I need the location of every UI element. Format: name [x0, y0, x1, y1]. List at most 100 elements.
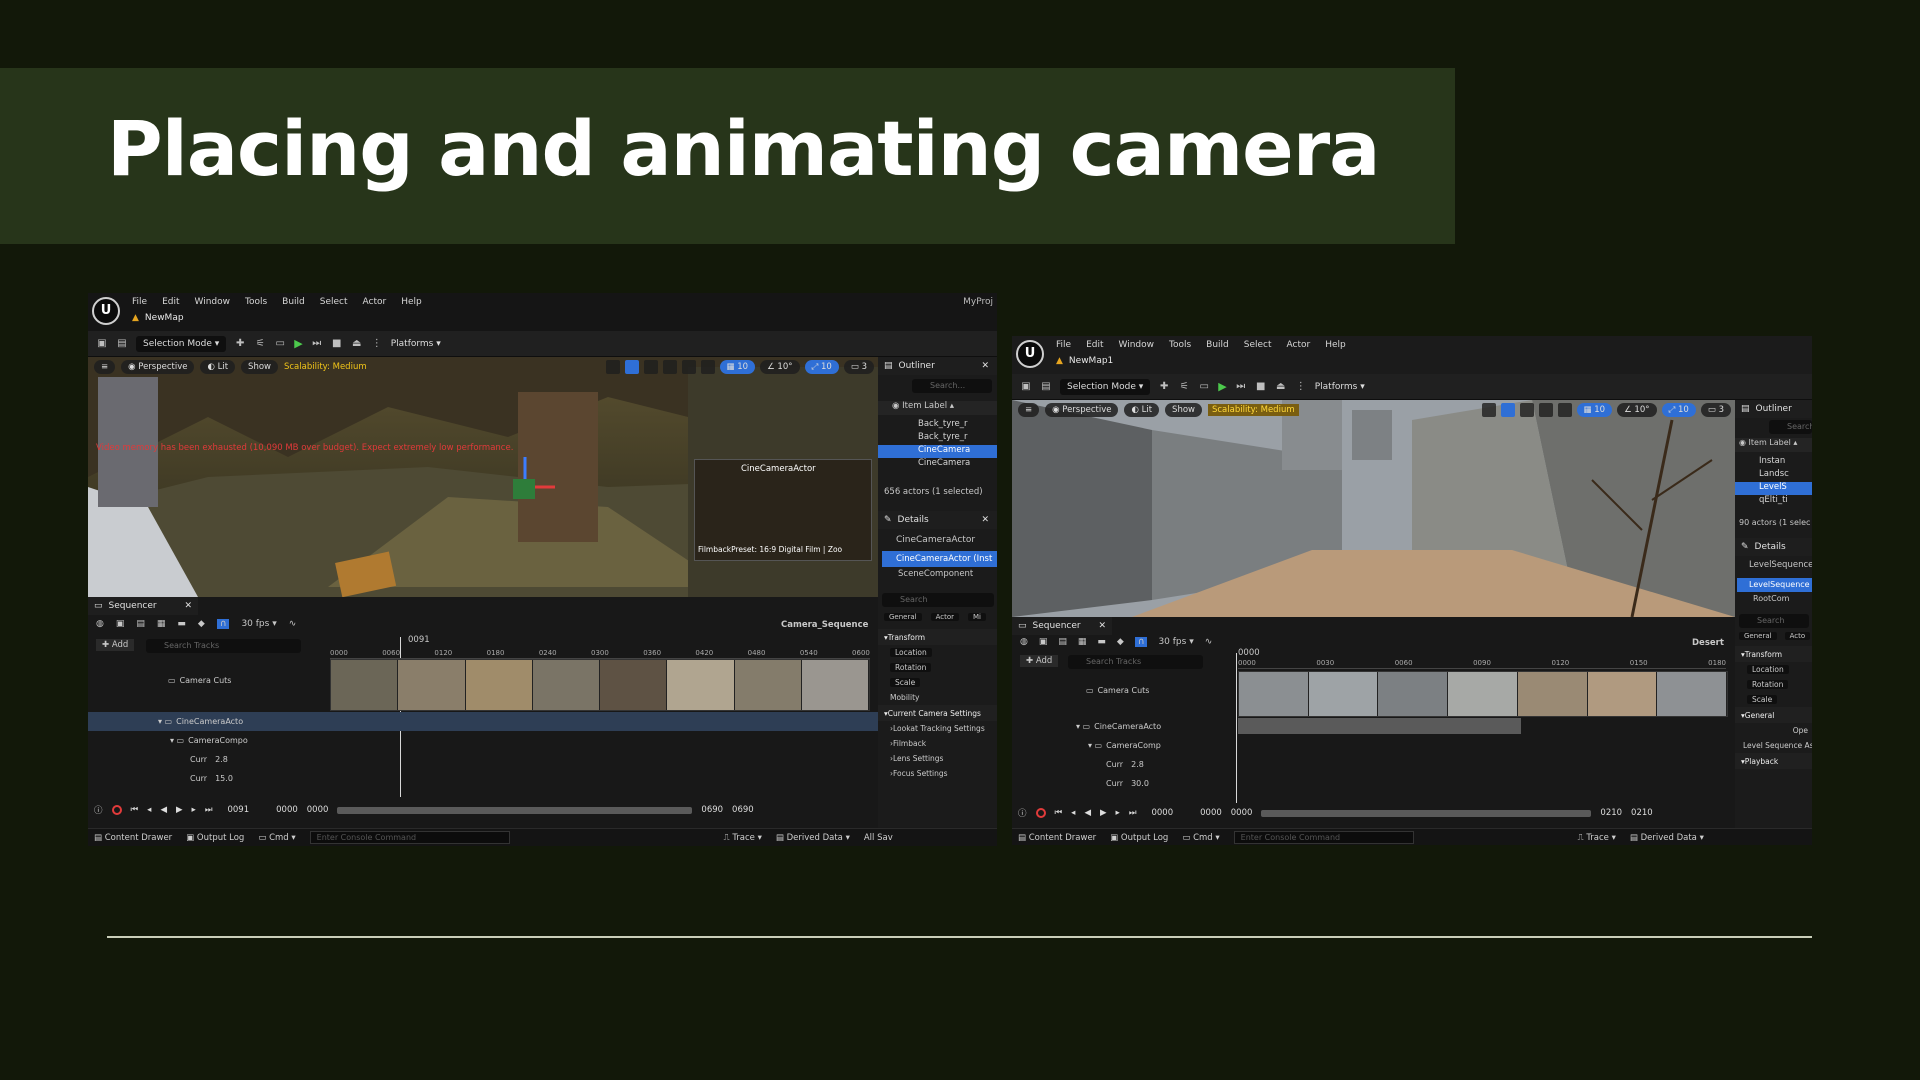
- track-cine-camera-actor[interactable]: ▾ ▭ CineCameraActo: [88, 712, 878, 731]
- add-track-button[interactable]: ✚ Add: [96, 639, 135, 651]
- translate-tool-icon[interactable]: [1500, 403, 1515, 417]
- menu-file[interactable]: File: [1056, 340, 1071, 350]
- console-input[interactable]: Enter Console Command: [1233, 831, 1414, 844]
- record-icon[interactable]: [1035, 808, 1046, 818]
- outliner-row[interactable]: Landsc: [1735, 469, 1812, 482]
- menu-window[interactable]: Window: [195, 297, 231, 307]
- translate-tool-icon[interactable]: [624, 360, 639, 374]
- more-icon[interactable]: ⋮: [371, 338, 383, 350]
- location-dropdown[interactable]: Location: [1735, 662, 1812, 677]
- menu-tools[interactable]: Tools: [245, 297, 267, 307]
- camera-speed-button[interactable]: ▭ 3: [843, 360, 874, 374]
- menu-file[interactable]: File: [132, 297, 147, 307]
- lens-settings-row[interactable]: › Lens Settings: [878, 751, 997, 766]
- details-section-general[interactable]: ▾ General: [1735, 707, 1812, 723]
- add-actor-icon[interactable]: ✚: [1158, 381, 1170, 393]
- cinematics-icon[interactable]: ▭: [274, 338, 286, 350]
- blueprint-icon[interactable]: ⚟: [1178, 381, 1190, 393]
- scale-dropdown[interactable]: Scale: [878, 675, 997, 690]
- trace-dropdown[interactable]: ⎍ Trace ▾: [724, 833, 762, 843]
- blueprint-icon[interactable]: ⚟: [254, 338, 266, 350]
- close-icon[interactable]: ✕: [981, 361, 989, 371]
- outliner-column-header[interactable]: ◉ Item Label ▴: [1735, 438, 1812, 452]
- film-icon[interactable]: ▬: [177, 619, 186, 629]
- cine-camera-section[interactable]: [1238, 718, 1521, 734]
- select-tool-icon[interactable]: [605, 360, 620, 374]
- surface-snap-icon[interactable]: [700, 360, 715, 374]
- stop-icon[interactable]: ■: [1255, 381, 1267, 393]
- search-tracks-input[interactable]: Search Tracks: [146, 639, 301, 653]
- platforms-dropdown[interactable]: Platforms ▾: [391, 339, 441, 349]
- menu-build[interactable]: Build: [282, 297, 305, 307]
- unreal-logo-icon[interactable]: U: [92, 297, 120, 325]
- range-end-a[interactable]: 0690: [701, 805, 723, 815]
- browse-icon[interactable]: ▤: [1058, 637, 1067, 647]
- rotation-snap-button[interactable]: ∠ 10°: [760, 360, 800, 374]
- viewport-options-button[interactable]: ≡: [1018, 403, 1040, 417]
- cmd-dropdown[interactable]: ▭ Cmd ▾: [258, 833, 295, 843]
- sequencer-tab[interactable]: ▭ Sequencer ✕: [88, 597, 198, 615]
- menu-actor[interactable]: Actor: [1287, 340, 1311, 350]
- details-tab-actor[interactable]: Acto: [1784, 632, 1811, 640]
- fps-dropdown[interactable]: 30 fps ▾: [241, 619, 276, 629]
- output-log-button[interactable]: ▣ Output Log: [186, 833, 244, 843]
- current-frame-marker[interactable]: 0091: [408, 635, 430, 645]
- filmback-row[interactable]: › Filmback: [878, 736, 997, 751]
- skip-icon[interactable]: ⏭: [311, 338, 323, 350]
- rotation-dropdown[interactable]: Rotation: [878, 660, 997, 675]
- derived-data-dropdown[interactable]: ▤ Derived Data ▾: [776, 833, 850, 843]
- platforms-dropdown[interactable]: Platforms ▾: [1315, 382, 1365, 392]
- save-icon[interactable]: ▣: [116, 619, 125, 629]
- save-icon[interactable]: ▣: [1039, 637, 1048, 647]
- rotate-tool-icon[interactable]: [1519, 403, 1534, 417]
- content-browser-icon[interactable]: ▤: [116, 338, 128, 350]
- track-current-aperture[interactable]: Curr 2.8: [1012, 755, 1212, 774]
- unreal-logo-icon[interactable]: U: [1016, 340, 1044, 368]
- level-viewport[interactable]: ≡ ◉ Perspective ◐ Lit Show Scalability: …: [88, 357, 878, 597]
- lit-button[interactable]: ◐ Lit: [1124, 403, 1160, 417]
- key-icon[interactable]: ◆: [198, 619, 205, 629]
- details-search-input[interactable]: Search: [1739, 614, 1809, 628]
- outliner-row[interactable]: Back_tyre_r: [878, 419, 997, 432]
- step-back-icon[interactable]: ◂: [147, 805, 151, 815]
- snap-icon[interactable]: ∩: [1134, 637, 1148, 647]
- range-start-a[interactable]: 0000: [276, 805, 298, 815]
- fps-dropdown[interactable]: 30 fps ▾: [1158, 637, 1193, 647]
- menu-select[interactable]: Select: [320, 297, 348, 307]
- level-viewport[interactable]: ≡ ◉ Perspective ◐ Lit Show Scalability: …: [1012, 400, 1735, 617]
- save-icon[interactable]: ▣: [96, 338, 108, 350]
- details-tab-actor[interactable]: Actor: [930, 613, 960, 621]
- camera-cut-filmstrip[interactable]: [1238, 671, 1728, 717]
- add-actor-icon[interactable]: ✚: [234, 338, 246, 350]
- track-camera-component[interactable]: ▾ ▭ CameraComp: [1012, 736, 1212, 755]
- viewport-options-button[interactable]: ≡: [94, 360, 116, 374]
- menu-window[interactable]: Window: [1119, 340, 1155, 350]
- more-icon[interactable]: ⋮: [1295, 381, 1307, 393]
- content-drawer-button[interactable]: ▤ Content Drawer: [1018, 833, 1096, 843]
- menu-edit[interactable]: Edit: [1086, 340, 1103, 350]
- trace-dropdown[interactable]: ⎍ Trace ▾: [1578, 833, 1616, 843]
- outliner-row[interactable]: CineCamera: [878, 458, 997, 471]
- details-section-camera-settings[interactable]: ▾ Current Camera Settings: [878, 705, 997, 721]
- track-current-aperture[interactable]: Curr 2.8: [88, 750, 298, 769]
- map-tab[interactable]: ▲ NewMap1: [1056, 356, 1113, 366]
- all-saved-indicator[interactable]: All Sav: [864, 833, 893, 843]
- play-forward-icon[interactable]: ▶: [176, 805, 183, 815]
- derived-data-dropdown[interactable]: ▤ Derived Data ▾: [1630, 833, 1704, 843]
- range-start-b[interactable]: 0000: [1231, 808, 1253, 818]
- grid-snap-button[interactable]: ▦ 10: [719, 360, 756, 374]
- menu-tools[interactable]: Tools: [1169, 340, 1191, 350]
- play-forward-icon[interactable]: ▶: [1100, 808, 1107, 818]
- outliner-row[interactable]: Back_tyre_r: [878, 432, 997, 445]
- track-camera-cuts[interactable]: ▭ Camera Cuts: [1012, 681, 1212, 700]
- details-instance-row[interactable]: CineCameraActor (Inst: [882, 551, 997, 567]
- show-button[interactable]: Show: [1165, 403, 1202, 417]
- timeline-ruler[interactable]: 0000 0060 0120 0180 0240 0300 0360 0420 0480 0540…: [330, 649, 870, 659]
- outliner-row-selected[interactable]: CineCamera: [878, 445, 997, 458]
- jump-end-icon[interactable]: ⏭: [205, 805, 213, 815]
- console-input[interactable]: Enter Console Command: [309, 831, 510, 844]
- play-reverse-icon[interactable]: ◀: [160, 805, 167, 815]
- stop-icon[interactable]: ■: [331, 338, 343, 350]
- menu-actor[interactable]: Actor: [363, 297, 387, 307]
- render-icon[interactable]: ▦: [1078, 637, 1087, 647]
